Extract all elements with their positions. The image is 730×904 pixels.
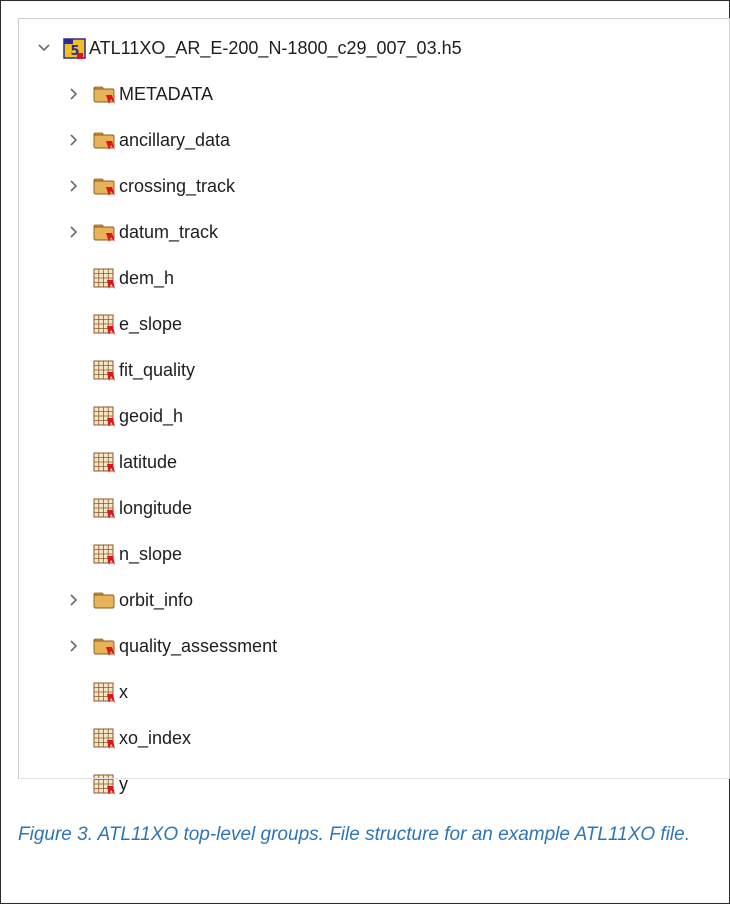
tree-item-dataset[interactable]: dem_h (93, 263, 174, 293)
tree-item-label: longitude (119, 497, 193, 518)
tree-item-label: fit_quality (119, 359, 196, 380)
tree-item-label: xo_index (119, 727, 192, 748)
chevron-right-icon[interactable] (67, 593, 81, 607)
chevron-right-icon[interactable] (67, 179, 81, 193)
tree-item-group[interactable]: orbit_info (67, 585, 193, 615)
dataset-grid-icon (93, 498, 115, 519)
tree-item-group[interactable]: datum_track (67, 217, 218, 247)
dataset-grid-icon (93, 682, 115, 703)
tree-item-label: x (119, 681, 128, 702)
file-tree-panel: 5 ATL11XO_AR_E-200_N-1800_c29_007_03.h5 … (18, 18, 730, 795)
tree-item-label: dem_h (119, 267, 175, 288)
dataset-grid-icon (93, 774, 115, 795)
group-folder-icon (93, 638, 115, 656)
folder-icon (93, 592, 115, 609)
tree-root-label: ATL11XO_AR_E-200_N-1800_c29_007_03.h5 (89, 37, 462, 58)
tree-item-label: datum_track (119, 221, 219, 242)
tree-item-label: y (119, 773, 128, 794)
dataset-grid-icon (93, 360, 115, 381)
dataset-grid-icon (93, 268, 115, 289)
dataset-grid-icon (93, 728, 115, 749)
tree-item-label: latitude (119, 451, 178, 472)
tree-item-group[interactable]: quality_assessment (67, 631, 277, 661)
tree-item-dataset[interactable]: fit_quality (93, 355, 195, 385)
dataset-grid-icon (93, 314, 115, 335)
figure-caption: Figure 3. ATL11XO top-level groups. File… (18, 824, 690, 845)
chevron-right-icon[interactable] (67, 133, 81, 147)
tree-item-dataset[interactable]: n_slope (93, 539, 182, 569)
dataset-grid-icon (93, 544, 115, 565)
tree-item-label: e_slope (119, 313, 183, 334)
group-folder-icon (93, 86, 115, 104)
tree-item-dataset[interactable]: e_slope (93, 309, 182, 339)
tree-item-dataset[interactable]: longitude (93, 493, 192, 523)
dataset-grid-icon (93, 406, 115, 427)
hdf5-file-icon: 5 (63, 38, 86, 59)
tree-item-dataset[interactable]: geoid_h (93, 401, 183, 431)
group-folder-icon (93, 178, 115, 196)
tree-panel-bottom-divider (18, 778, 729, 779)
tree-item-group[interactable]: ancillary_data (67, 125, 230, 155)
chevron-right-icon[interactable] (67, 87, 81, 101)
chevron-right-icon[interactable] (67, 639, 81, 653)
group-folder-icon (93, 224, 115, 242)
tree-item-label: METADATA (119, 83, 213, 104)
tree-item-dataset[interactable]: xo_index (93, 723, 191, 753)
tree-item-label: quality_assessment (119, 635, 278, 656)
chevron-down-icon[interactable] (37, 41, 51, 55)
tree-item-dataset[interactable]: x (93, 677, 128, 707)
tree-item-label: ancillary_data (119, 129, 231, 150)
tree-item-label: geoid_h (119, 405, 184, 426)
group-folder-icon (93, 132, 115, 150)
tree-root-file[interactable]: 5 ATL11XO_AR_E-200_N-1800_c29_007_03.h5 (37, 33, 462, 63)
tree-item-group[interactable]: METADATA (67, 79, 213, 109)
tree-item-label: crossing_track (119, 175, 236, 196)
tree-item-label: orbit_info (119, 589, 194, 610)
chevron-right-icon[interactable] (67, 225, 81, 239)
tree-item-dataset[interactable]: latitude (93, 447, 177, 477)
tree-item-dataset[interactable]: y (93, 769, 128, 799)
dataset-grid-icon (93, 452, 115, 473)
tree-item-group[interactable]: crossing_track (67, 171, 235, 201)
tree-item-label: n_slope (119, 543, 183, 564)
